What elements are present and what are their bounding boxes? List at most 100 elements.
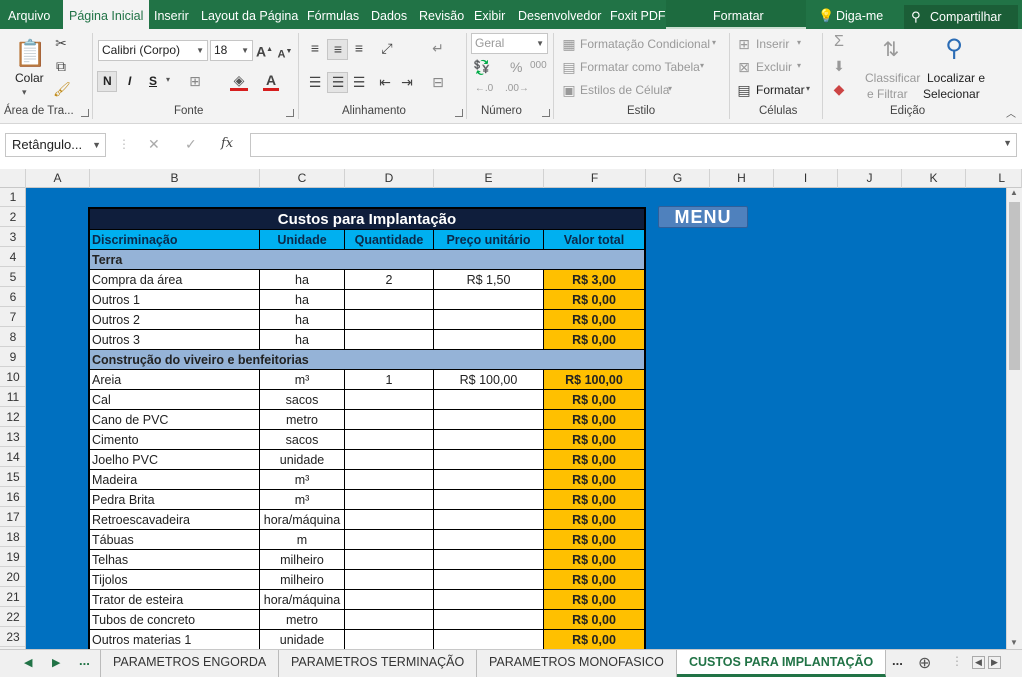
cell-unit[interactable]: sacos [260, 390, 345, 410]
format-cells-button[interactable]: Formatar [756, 83, 805, 97]
row-header[interactable]: 10 [0, 367, 25, 387]
row-header[interactable]: 18 [0, 527, 25, 547]
align-middle-icon[interactable]: ≡ [329, 41, 347, 57]
row-header[interactable]: 13 [0, 427, 25, 447]
cell-unit[interactable]: milheiro [260, 570, 345, 590]
row-header[interactable]: 23 [0, 627, 25, 647]
cell-unit-price[interactable] [434, 450, 544, 470]
wrap-text-icon[interactable]: ↵ [428, 40, 448, 56]
paste-icon[interactable]: 📋 [14, 37, 46, 69]
add-sheet-icon[interactable]: ⊕ [918, 653, 931, 673]
cell-quantity[interactable] [345, 470, 434, 490]
accounting-format-icon[interactable]: 💱 [473, 59, 491, 75]
cell-total[interactable]: R$ 100,00 [544, 370, 644, 390]
cell-quantity[interactable] [345, 410, 434, 430]
column-header[interactable]: D [345, 169, 434, 188]
cancel-entry-icon[interactable]: ✕ [148, 136, 160, 153]
cell-quantity[interactable]: 2 [345, 270, 434, 290]
row-header[interactable]: 21 [0, 587, 25, 607]
cell-styles-button[interactable]: Estilos de Célula [580, 83, 669, 97]
share-button[interactable]: ⚲ Compartilhar [904, 5, 1018, 29]
cell-unit-price[interactable] [434, 530, 544, 550]
tab-formulas[interactable]: Fórmulas [307, 0, 359, 29]
fill-icon[interactable]: ⬇ [830, 58, 848, 74]
cell-total[interactable]: R$ 0,00 [544, 550, 644, 570]
cell-quantity[interactable] [345, 450, 434, 470]
column-header[interactable]: L [966, 169, 1022, 188]
sort-filter-label-2[interactable]: e Filtrar [867, 87, 908, 101]
increase-decimal-icon[interactable]: ←.0 [473, 81, 495, 97]
format-cells-icon[interactable]: ▤ [736, 82, 752, 98]
cell-total[interactable]: R$ 0,00 [544, 530, 644, 550]
row-header[interactable]: 15 [0, 467, 25, 487]
cell-item[interactable]: Madeira [90, 470, 260, 490]
cell-unit[interactable]: m [260, 530, 345, 550]
cell-quantity[interactable] [345, 310, 434, 330]
cell-total[interactable]: R$ 0,00 [544, 450, 644, 470]
tab-exibir[interactable]: Exibir [474, 0, 505, 29]
cell-item[interactable]: Compra da área [90, 270, 260, 290]
align-top-icon[interactable]: ≡ [306, 40, 324, 56]
cell-item[interactable]: Areia [90, 370, 260, 390]
sheet-tab-parametros-terminacao[interactable]: PARAMETROS TERMINAÇÃO [279, 650, 478, 677]
row-header[interactable]: 7 [0, 307, 25, 327]
cell-unit[interactable]: metro [260, 610, 345, 630]
cell-quantity[interactable] [345, 290, 434, 310]
tab-scroll-right-icon[interactable]: ▶ [52, 656, 60, 669]
cell-unit-price[interactable]: R$ 1,50 [434, 270, 544, 290]
cell-item[interactable]: Telhas [90, 550, 260, 570]
percent-style-button[interactable]: % [510, 59, 522, 75]
cell-unit-price[interactable] [434, 330, 544, 350]
sheet-tab-parametros-engorda[interactable]: PARAMETROS ENGORDA [100, 650, 280, 677]
font-launcher-icon[interactable] [286, 109, 294, 117]
delete-cells-icon[interactable]: ⊠ [736, 59, 752, 75]
cell-total[interactable]: R$ 0,00 [544, 310, 644, 330]
cell-unit-price[interactable] [434, 290, 544, 310]
collapse-ribbon-icon[interactable]: ︿ [1006, 105, 1016, 120]
tab-dados[interactable]: Dados [371, 0, 407, 29]
clear-icon[interactable]: ◆ [830, 81, 848, 97]
cell-quantity[interactable]: 1 [345, 370, 434, 390]
cell-total[interactable]: R$ 0,00 [544, 290, 644, 310]
row-header[interactable]: 1 [0, 188, 25, 207]
cell-unit-price[interactable] [434, 390, 544, 410]
chevron-down-icon[interactable]: ▾ [806, 84, 810, 93]
cell-unit-price[interactable] [434, 310, 544, 330]
tab-formatar-contexto[interactable]: Formatar [713, 0, 764, 29]
cell-item[interactable]: Pedra Brita [90, 490, 260, 510]
cell-unit-price[interactable] [434, 610, 544, 630]
cell-item[interactable]: Trator de esteira [90, 590, 260, 610]
column-header[interactable]: G [646, 169, 710, 188]
column-header[interactable]: K [902, 169, 966, 188]
cell-total[interactable]: R$ 0,00 [544, 610, 644, 630]
cut-icon[interactable]: ✂ [53, 35, 69, 51]
cell-total[interactable]: R$ 3,00 [544, 270, 644, 290]
chevron-down-icon[interactable]: ▾ [668, 84, 672, 93]
cell-quantity[interactable] [345, 390, 434, 410]
select-all-corner[interactable] [0, 169, 26, 188]
cell-unit[interactable]: hora/máquina [260, 510, 345, 530]
font-size-select[interactable]: 18 ▼ [210, 40, 253, 61]
cell-item[interactable]: Outros 1 [90, 290, 260, 310]
cell-unit[interactable]: m³ [260, 490, 345, 510]
insert-cells-icon[interactable]: ⊞ [736, 36, 752, 52]
font-name-select[interactable]: Calibri (Corpo) ▼ [98, 40, 208, 61]
delete-cells-button[interactable]: Excluir [756, 60, 792, 74]
row-header[interactable]: 9 [0, 347, 25, 367]
cell-total[interactable]: R$ 0,00 [544, 430, 644, 450]
find-select-label-2[interactable]: Selecionar [923, 87, 980, 101]
row-header[interactable]: 20 [0, 567, 25, 587]
orientation-icon[interactable]: ⤢ [376, 40, 398, 56]
row-header[interactable]: 8 [0, 327, 25, 347]
cell-quantity[interactable] [345, 630, 434, 649]
row-header[interactable]: 12 [0, 407, 25, 427]
fill-color-icon[interactable]: ◈ [230, 72, 248, 91]
expand-formula-icon[interactable]: ▼ [1003, 138, 1012, 148]
conditional-format-icon[interactable]: ▦ [561, 36, 577, 52]
align-right-icon[interactable]: ☰ [350, 74, 368, 90]
decrease-decimal-icon[interactable]: .00→ [505, 81, 529, 97]
conditional-format-button[interactable]: Formatação Condicional [580, 37, 710, 51]
formula-input[interactable]: ▼ [250, 133, 1017, 157]
cell-total[interactable]: R$ 0,00 [544, 630, 644, 649]
cell-item[interactable]: Retroescavadeira [90, 510, 260, 530]
